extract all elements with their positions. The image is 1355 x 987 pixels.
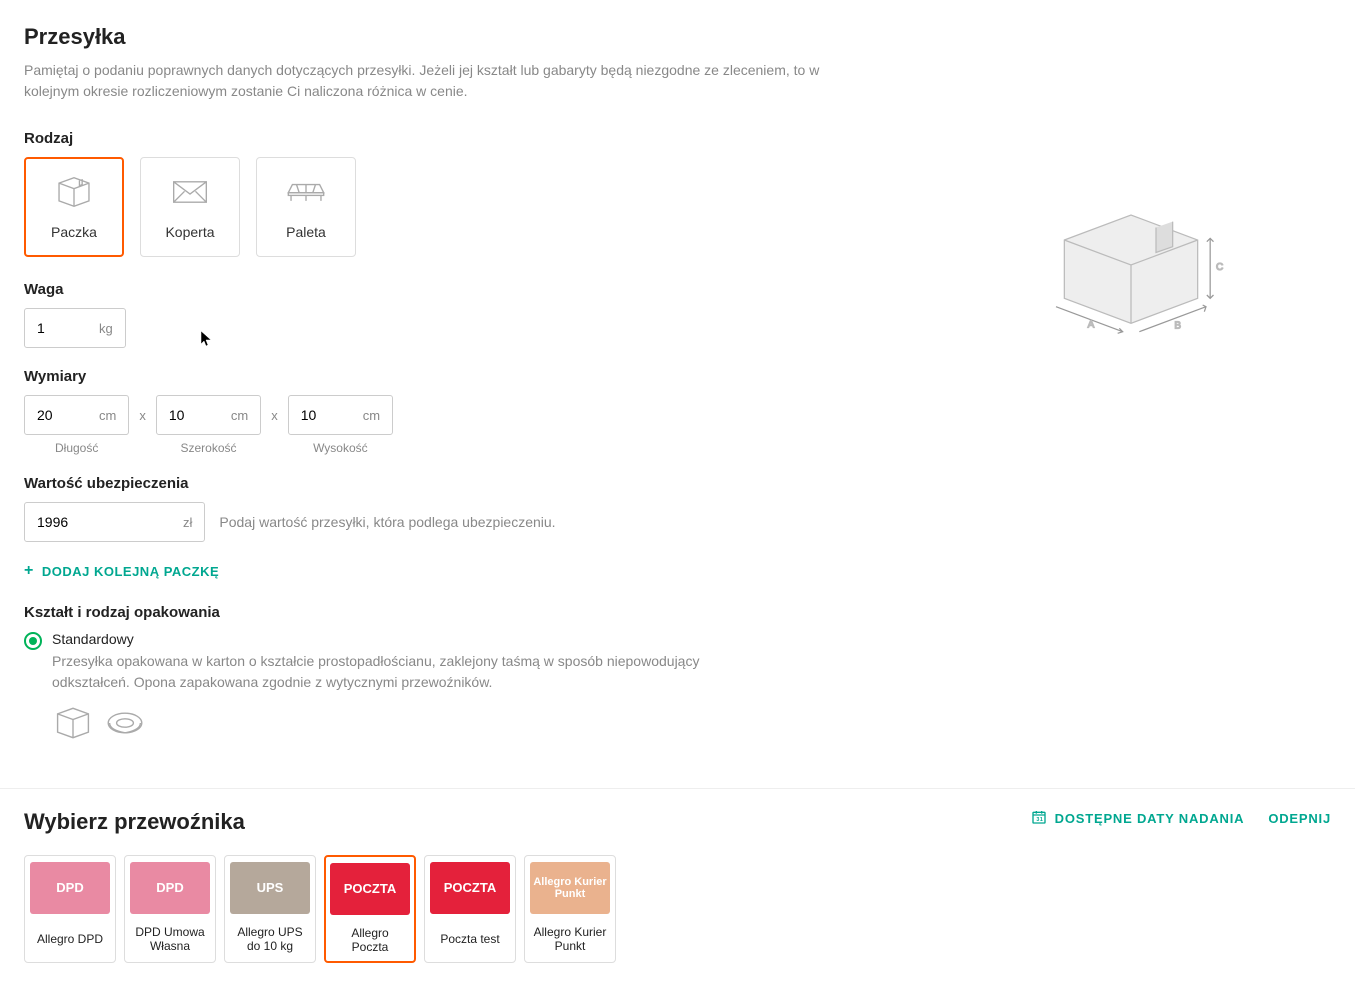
height-input[interactable] bbox=[301, 407, 357, 423]
insurance-label: Wartość ubezpieczenia bbox=[24, 475, 931, 492]
unpin-label: ODEPNIJ bbox=[1268, 811, 1331, 826]
carrier-label: Allegro UPS do 10 kg bbox=[231, 924, 309, 954]
height-unit: cm bbox=[363, 408, 380, 423]
kind-card-paczka[interactable]: Paczka bbox=[24, 157, 124, 257]
calendar-icon: 31 bbox=[1031, 809, 1047, 828]
carrier-label: Allegro Kurier Punkt bbox=[531, 924, 609, 954]
shape-standard-title: Standardowy bbox=[52, 631, 931, 647]
kind-options: Paczka Koperta Paleta bbox=[24, 157, 931, 257]
insurance-hint: Podaj wartość przesyłki, która podlega u… bbox=[219, 514, 555, 530]
page-subtitle: Pamiętaj o podaniu poprawnych danych dot… bbox=[24, 60, 874, 102]
box-small-icon bbox=[52, 705, 94, 744]
svg-text:B: B bbox=[1174, 320, 1181, 331]
weight-unit: kg bbox=[99, 321, 113, 336]
height-wrap: cm bbox=[288, 395, 393, 435]
kind-card-paleta[interactable]: Paleta bbox=[256, 157, 356, 257]
insurance-unit: zł bbox=[183, 515, 192, 530]
weight-input-wrap: kg bbox=[24, 308, 126, 348]
width-unit: cm bbox=[231, 408, 248, 423]
kind-label: Rodzaj bbox=[24, 130, 931, 147]
dim-sep-1: x bbox=[139, 408, 146, 443]
svg-text:A: A bbox=[1088, 320, 1095, 331]
insurance-wrap: zł bbox=[24, 502, 205, 542]
shape-icons bbox=[24, 705, 931, 744]
carrier-list: DPD Allegro DPD DPD DPD Umowa Własna UPS Alle… bbox=[0, 855, 1355, 987]
carrier-logo: UPS bbox=[230, 862, 310, 914]
length-input[interactable] bbox=[37, 407, 93, 423]
svg-text:31: 31 bbox=[1036, 817, 1043, 823]
length-wrap: cm bbox=[24, 395, 129, 435]
carrier-label: Allegro DPD bbox=[37, 924, 103, 954]
weight-input[interactable] bbox=[37, 320, 93, 336]
kind-label-2: Paleta bbox=[286, 224, 326, 240]
kind-label-0: Paczka bbox=[51, 224, 97, 240]
box-diagram: A B C bbox=[1031, 190, 1231, 343]
carrier-title: Wybierz przewoźnika bbox=[24, 809, 245, 835]
plus-icon: + bbox=[24, 562, 34, 580]
shape-standard-radio[interactable] bbox=[24, 632, 42, 650]
shape-label: Kształt i rodzaj opakowania bbox=[24, 604, 931, 621]
carrier-logo: DPD bbox=[30, 862, 110, 914]
box-icon bbox=[52, 175, 96, 212]
width-sublabel: Szerokość bbox=[181, 441, 237, 455]
carrier-logo: DPD bbox=[130, 862, 210, 914]
add-package-button[interactable]: + DODAJ KOLEJNĄ PACZKĘ bbox=[24, 562, 219, 580]
kind-label-1: Koperta bbox=[165, 224, 214, 240]
height-sublabel: Wysokość bbox=[313, 441, 368, 455]
insurance-input[interactable] bbox=[37, 514, 177, 530]
weight-label: Waga bbox=[24, 281, 931, 298]
available-dates-button[interactable]: 31 DOSTĘPNE DATY NADANIA bbox=[1031, 809, 1245, 828]
dimensions-label: Wymiary bbox=[24, 368, 931, 385]
tire-icon bbox=[104, 705, 146, 744]
page-title: Przesyłka bbox=[24, 24, 1331, 50]
dim-sep-2: x bbox=[271, 408, 278, 443]
carrier-logo: POCZTA bbox=[330, 863, 410, 915]
carrier-label: DPD Umowa Własna bbox=[131, 924, 209, 954]
carrier-label: Poczta test bbox=[440, 924, 499, 954]
pallet-icon bbox=[284, 175, 328, 212]
width-input[interactable] bbox=[169, 407, 225, 423]
length-unit: cm bbox=[99, 408, 116, 423]
kind-card-koperta[interactable]: Koperta bbox=[140, 157, 240, 257]
add-package-label: DODAJ KOLEJNĄ PACZKĘ bbox=[42, 564, 219, 579]
length-sublabel: Długość bbox=[55, 441, 98, 455]
unpin-button[interactable]: ODEPNIJ bbox=[1268, 811, 1331, 826]
available-dates-label: DOSTĘPNE DATY NADANIA bbox=[1055, 811, 1245, 826]
svg-text:C: C bbox=[1216, 262, 1223, 273]
carrier-label: Allegro Poczta bbox=[332, 925, 408, 955]
envelope-icon bbox=[168, 175, 212, 212]
shape-standard-desc: Przesyłka opakowana w karton o kształcie… bbox=[52, 651, 752, 693]
width-wrap: cm bbox=[156, 395, 261, 435]
carrier-logo: POCZTA bbox=[430, 862, 510, 914]
carrier-logo: Allegro Kurier Punkt bbox=[530, 862, 610, 914]
